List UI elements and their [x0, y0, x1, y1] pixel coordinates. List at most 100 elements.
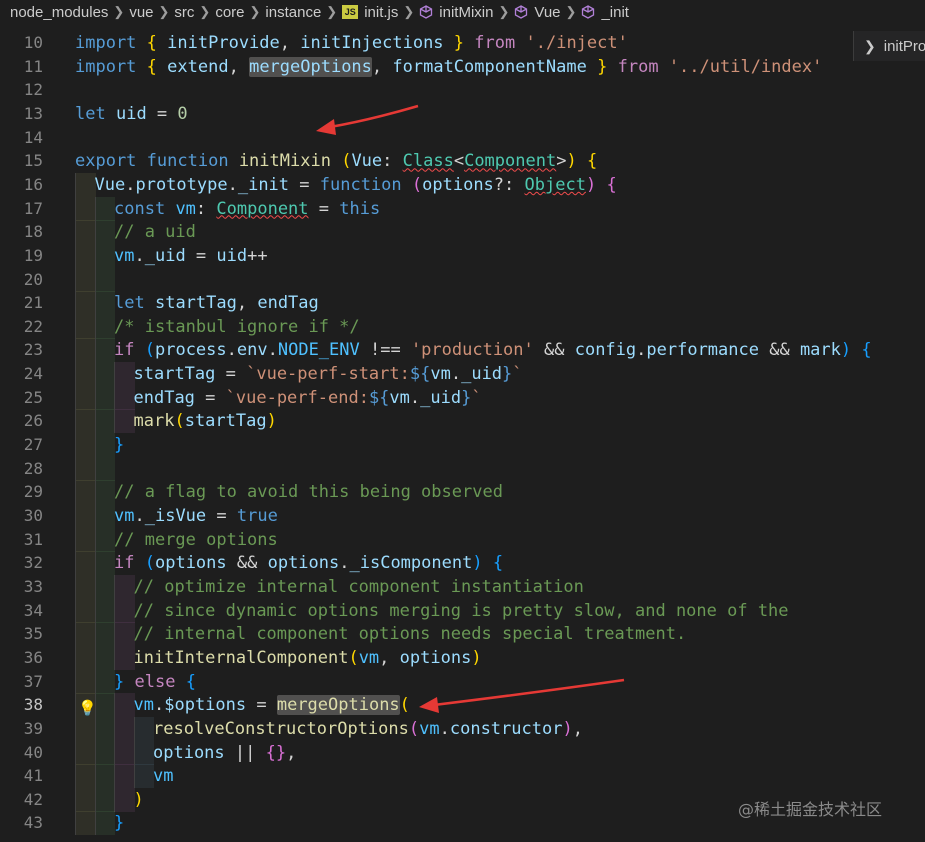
breadcrumb-instance[interactable]: instance [265, 4, 321, 21]
code-line[interactable]: 21 let startTag, endTag [0, 291, 925, 316]
breadcrumb-initmixin[interactable]: initMixin [439, 4, 493, 21]
code-line[interactable]: 18 // a uid [0, 220, 925, 245]
code-editor[interactable]: 10 import { initProvide, initInjections }… [0, 31, 925, 842]
code-line[interactable]: 15 export function initMixin (Vue: Class<… [0, 149, 925, 173]
line-number: 39 [23, 718, 43, 738]
breadcrumb-init[interactable]: _init [601, 4, 629, 21]
breadcrumb-vue-symbol[interactable]: Vue [534, 4, 560, 21]
code-text: if (process.env.NODE_ENV !== 'production… [114, 340, 872, 361]
code-text: // merge options [114, 529, 278, 550]
code-line[interactable]: 16 Vue.prototype._init = function (option… [0, 172, 925, 197]
code-text: // internal component options needs spec… [133, 624, 687, 645]
indent-guide [114, 385, 135, 410]
indent-guide [75, 314, 96, 339]
code-text: // a flag to avoid this being observed [114, 482, 503, 503]
code-line[interactable]: 28 [0, 456, 925, 481]
indent-guide [75, 527, 96, 552]
line-number: 15 [23, 151, 43, 171]
code-line[interactable]: 36 initInternalComponent(vm, options) [0, 645, 925, 670]
line-number: 19 [23, 245, 43, 265]
indent-guide [94, 574, 115, 599]
code-text: } else { [114, 671, 196, 692]
indent-guide [94, 314, 115, 339]
code-line[interactable]: 41 vm [0, 764, 925, 789]
code-line[interactable]: 38 💡 vm.$options = mergeOptions( [0, 693, 925, 718]
breadcrumb-file[interactable]: init.js [364, 4, 398, 21]
code-text: mark(startTag) [133, 411, 277, 432]
outline-label: initProvide [883, 37, 925, 55]
code-line[interactable]: 25 endTag = `vue-perf-end:${vm._uid}` [0, 385, 925, 410]
line-number: 27 [23, 435, 43, 455]
indent-guide [133, 716, 154, 741]
indent-guide [94, 527, 115, 552]
code-line[interactable]: 29 // a flag to avoid this being observed [0, 480, 925, 505]
line-number: 26 [23, 411, 43, 431]
code-line[interactable]: 22 /* istanbul ignore if */ [0, 314, 925, 339]
code-text: } [114, 813, 125, 834]
code-line[interactable]: 24 startTag = `vue-perf-start:${vm._uid}` [0, 362, 925, 387]
code-line[interactable]: 17 const vm: Component = this [0, 196, 925, 221]
indent-guide [114, 740, 135, 765]
line-number: 10 [23, 33, 43, 52]
code-line[interactable]: 19 vm._uid = uid++ [0, 243, 925, 268]
breadcrumb-core[interactable]: core [215, 4, 244, 21]
line-number: 11 [23, 56, 43, 76]
code-line[interactable]: 31 // merge options [0, 527, 925, 552]
breadcrumb-vue-folder[interactable]: vue [129, 4, 153, 21]
indent-guide [94, 622, 115, 647]
line-number: 33 [23, 576, 43, 596]
code-line[interactable]: 20 [0, 267, 925, 292]
code-text: /* istanbul ignore if */ [114, 316, 360, 337]
code-text: endTag = `vue-perf-end:${vm._uid}` [133, 387, 482, 408]
line-number: 41 [23, 766, 43, 786]
code-line[interactable]: 35 // internal component options needs sp… [0, 622, 925, 647]
indent-guide [133, 764, 154, 789]
code-line[interactable]: 37} else { [0, 669, 925, 694]
indent-guide [94, 385, 115, 410]
code-text: let startTag, endTag [114, 293, 319, 314]
breadcrumb-node-modules[interactable]: node_modules [10, 4, 108, 21]
code-line[interactable]: 34 // since dynamic options merging is pr… [0, 598, 925, 623]
indent-guide [94, 291, 115, 316]
code-line[interactable]: 26 mark(startTag) [0, 409, 925, 434]
code-line[interactable]: 40 options || {}, [0, 740, 925, 765]
indent-guide [75, 172, 96, 197]
code-text: let uid = 0 [75, 103, 188, 124]
indent-guide [94, 456, 115, 481]
code-line[interactable]: 32 if (options && options._isComponent) { [0, 551, 925, 576]
line-number: 36 [23, 647, 43, 667]
code-line[interactable]: 12 [0, 78, 925, 102]
indent-guide [114, 716, 135, 741]
line-number: 30 [23, 506, 43, 525]
indent-guide [75, 598, 96, 623]
indent-guide [75, 243, 96, 268]
code-line[interactable]: 13 let uid = 0 [0, 102, 925, 126]
code-line[interactable]: 39 resolveConstructorOptions(vm.construct… [0, 716, 925, 741]
sticky-scroll-outline[interactable]: ❯ initProvide [853, 31, 925, 61]
indent-guide [94, 220, 115, 245]
indent-guide [75, 338, 96, 363]
chevron-right-icon: ❯ [113, 4, 125, 19]
code-text: vm.$options = mergeOptions( [133, 695, 410, 716]
indent-guide [75, 740, 96, 765]
line-number: 43 [23, 813, 43, 833]
indent-guide [94, 196, 115, 221]
line-number: 35 [23, 624, 43, 644]
code-line[interactable]: 11 import { extend, mergeOptions, formatC… [0, 55, 925, 79]
code-line[interactable]: 23 if (process.env.NODE_ENV !== 'producti… [0, 338, 925, 363]
breadcrumb: node_modules ❯ vue ❯ src ❯ core ❯ instan… [0, 0, 925, 24]
indent-guide [75, 433, 96, 458]
code-text: export function initMixin (Vue: Class<Co… [75, 151, 598, 172]
indent-guide [94, 504, 115, 528]
breadcrumb-src[interactable]: src [174, 4, 194, 21]
indent-guide [75, 291, 96, 316]
code-line[interactable]: 14 [0, 126, 925, 150]
line-number: 32 [23, 553, 43, 573]
code-text: const vm: Component = this [114, 198, 381, 219]
indent-guide [94, 764, 115, 789]
code-line[interactable]: 30 vm._isVue = true [0, 504, 925, 528]
code-line[interactable]: 27} [0, 433, 925, 458]
code-line[interactable]: 10 import { initProvide, initInjections }… [0, 31, 925, 55]
code-line[interactable]: 33 // optimize internal component instant… [0, 574, 925, 599]
indent-guide [75, 385, 96, 410]
